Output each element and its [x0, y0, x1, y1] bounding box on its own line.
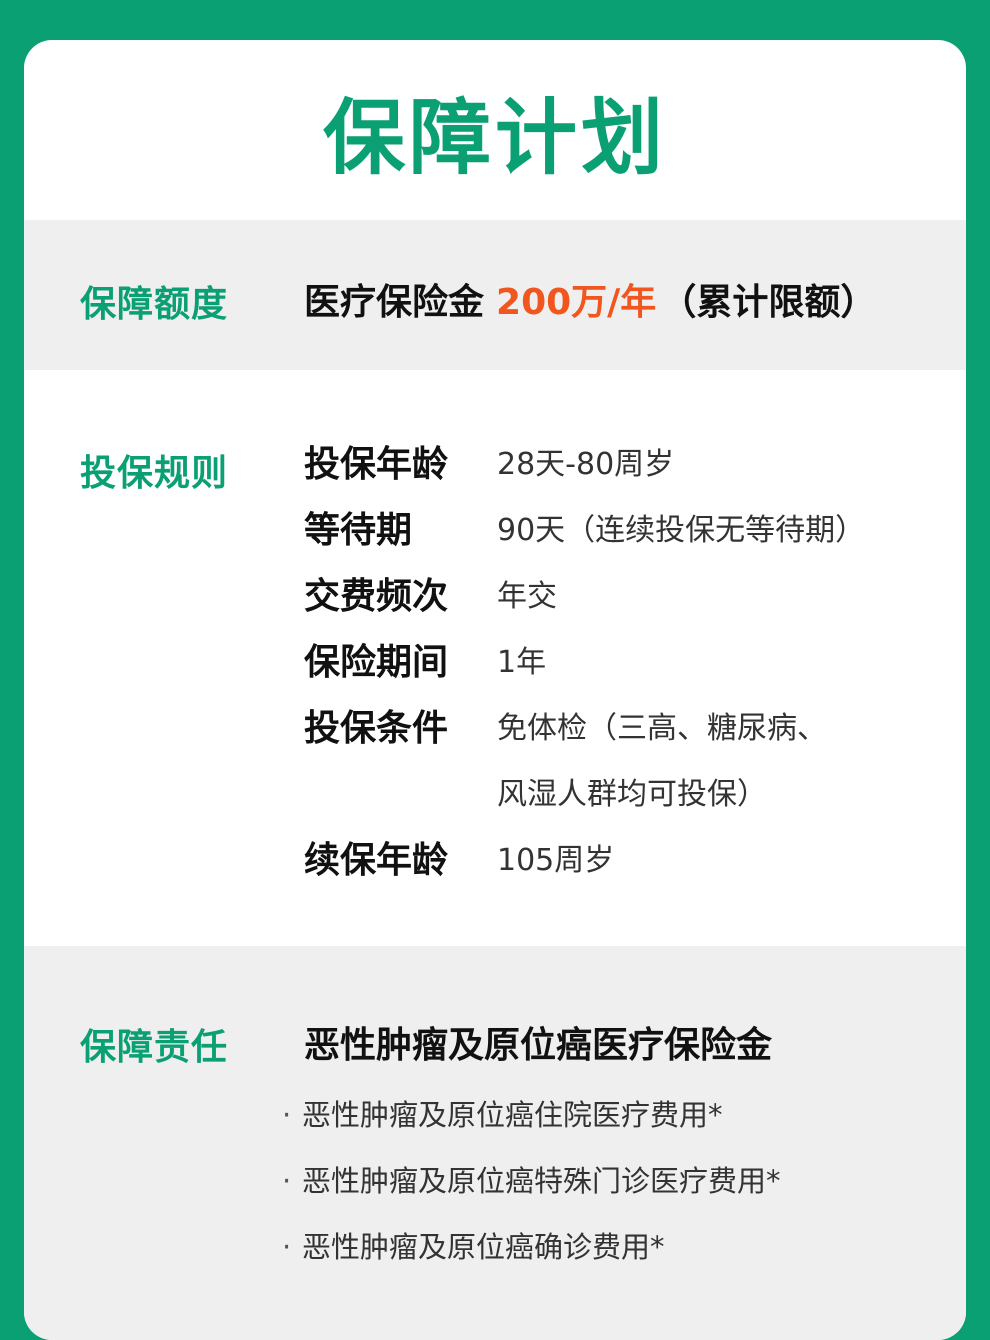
rule-row-age: 投保年龄 28天-80周岁: [304, 432, 917, 498]
rules-label: 投保规则: [80, 453, 229, 494]
duty-label: 保障责任: [80, 1027, 229, 1068]
coverage-amount-prefix: 医疗保险金: [304, 282, 485, 323]
bullet: ·: [282, 1230, 292, 1264]
coverage-amount-value: 200万/年: [496, 282, 657, 323]
rule-value: 90天（连续投保无等待期）: [497, 513, 866, 548]
page-title: 保障计划: [322, 90, 667, 186]
duty-item-text: 恶性肿瘤及原位癌住院医疗费用*: [302, 1098, 723, 1132]
bullet: ·: [282, 1098, 292, 1132]
rule-row-condition: 投保条件 免体检（三高、糖尿病、风湿人群均可投保）: [304, 696, 852, 828]
duty-item-text: 恶性肿瘤及原位癌特殊门诊医疗费用*: [302, 1164, 781, 1198]
list-item: · 恶性肿瘤及原位癌确诊费用*: [282, 1224, 665, 1266]
rule-value: 28天-80周岁: [497, 447, 675, 482]
duty-title: 恶性肿瘤及原位癌医疗保险金: [304, 1025, 773, 1066]
coverage-amount-suffix: （累计限额）: [660, 282, 877, 323]
rule-key: 保险期间: [304, 642, 449, 683]
bullet: ·: [282, 1164, 292, 1198]
coverage-amount-section: 保障额度 医疗保险金 200万/年 （累计限额）: [24, 220, 966, 370]
list-item: · 恶性肿瘤及原位癌特殊门诊医疗费用*: [282, 1158, 781, 1200]
duty-item-text: 恶性肿瘤及原位癌确诊费用*: [302, 1230, 665, 1264]
coverage-amount-text: 医疗保险金 200万/年 （累计限额）: [304, 273, 876, 325]
rule-value: 年交: [497, 579, 557, 614]
rules-section: 投保规则 投保年龄 28天-80周岁 等待期 90天（连续投保无等待期） 交费频…: [24, 370, 966, 946]
duty-section: 保障责任 恶性肿瘤及原位癌医疗保险金 · 恶性肿瘤及原位癌住院医疗费用* · 恶性肿…: [24, 946, 966, 1340]
rule-key: 投保条件: [304, 708, 449, 749]
rule-value: 1年: [497, 645, 547, 680]
rule-row-renewal: 续保年龄 105周岁: [304, 828, 917, 894]
plan-card: 保障计划 保障额度 医疗保险金 200万/年 （累计限额） 投保规则 投保年龄 28…: [24, 40, 966, 1340]
rule-key: 交费频次: [304, 576, 449, 617]
rule-row-period: 保险期间 1年: [304, 630, 917, 696]
rule-key: 续保年龄: [304, 840, 449, 881]
rule-row-waiting: 等待期 90天（连续投保无等待期）: [304, 498, 917, 564]
rule-value: 免体检（三高、糖尿病、风湿人群均可投保）: [497, 711, 827, 812]
coverage-amount-label: 保障额度: [80, 284, 229, 325]
rule-key: 等待期: [304, 510, 413, 551]
rule-row-payment: 交费频次 年交: [304, 564, 917, 630]
rule-key: 投保年龄: [304, 444, 449, 485]
list-item: · 恶性肿瘤及原位癌住院医疗费用*: [282, 1092, 723, 1134]
rule-value: 105周岁: [497, 843, 615, 878]
